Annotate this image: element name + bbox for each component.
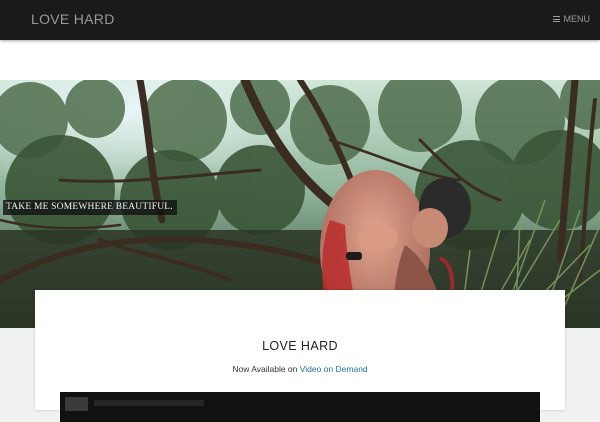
availability-text: Now Available on — [232, 364, 300, 374]
entry-availability: Now Available on Video on Demand — [35, 364, 565, 374]
hamburger-icon — [552, 16, 560, 22]
menu-label: MENU — [563, 14, 591, 24]
content-card: LOVE HARD Now Available on Video on Dema… — [35, 290, 565, 422]
site-header: LOVE HARD MENU — [0, 0, 600, 40]
entry-title: LOVE HARD — [262, 339, 338, 353]
site-title-link[interactable]: LOVE HARD — [31, 11, 115, 27]
video-player[interactable] — [60, 392, 540, 422]
header-spacer — [0, 40, 600, 80]
video-avatar — [65, 397, 88, 411]
video-on-demand-link[interactable]: Video on Demand — [300, 364, 368, 374]
video-title-bar — [94, 400, 204, 406]
menu-toggle-button[interactable]: MENU — [552, 14, 591, 24]
hero-caption: TAKE ME SOMEWHERE BEAUTIFUL. — [3, 200, 177, 215]
